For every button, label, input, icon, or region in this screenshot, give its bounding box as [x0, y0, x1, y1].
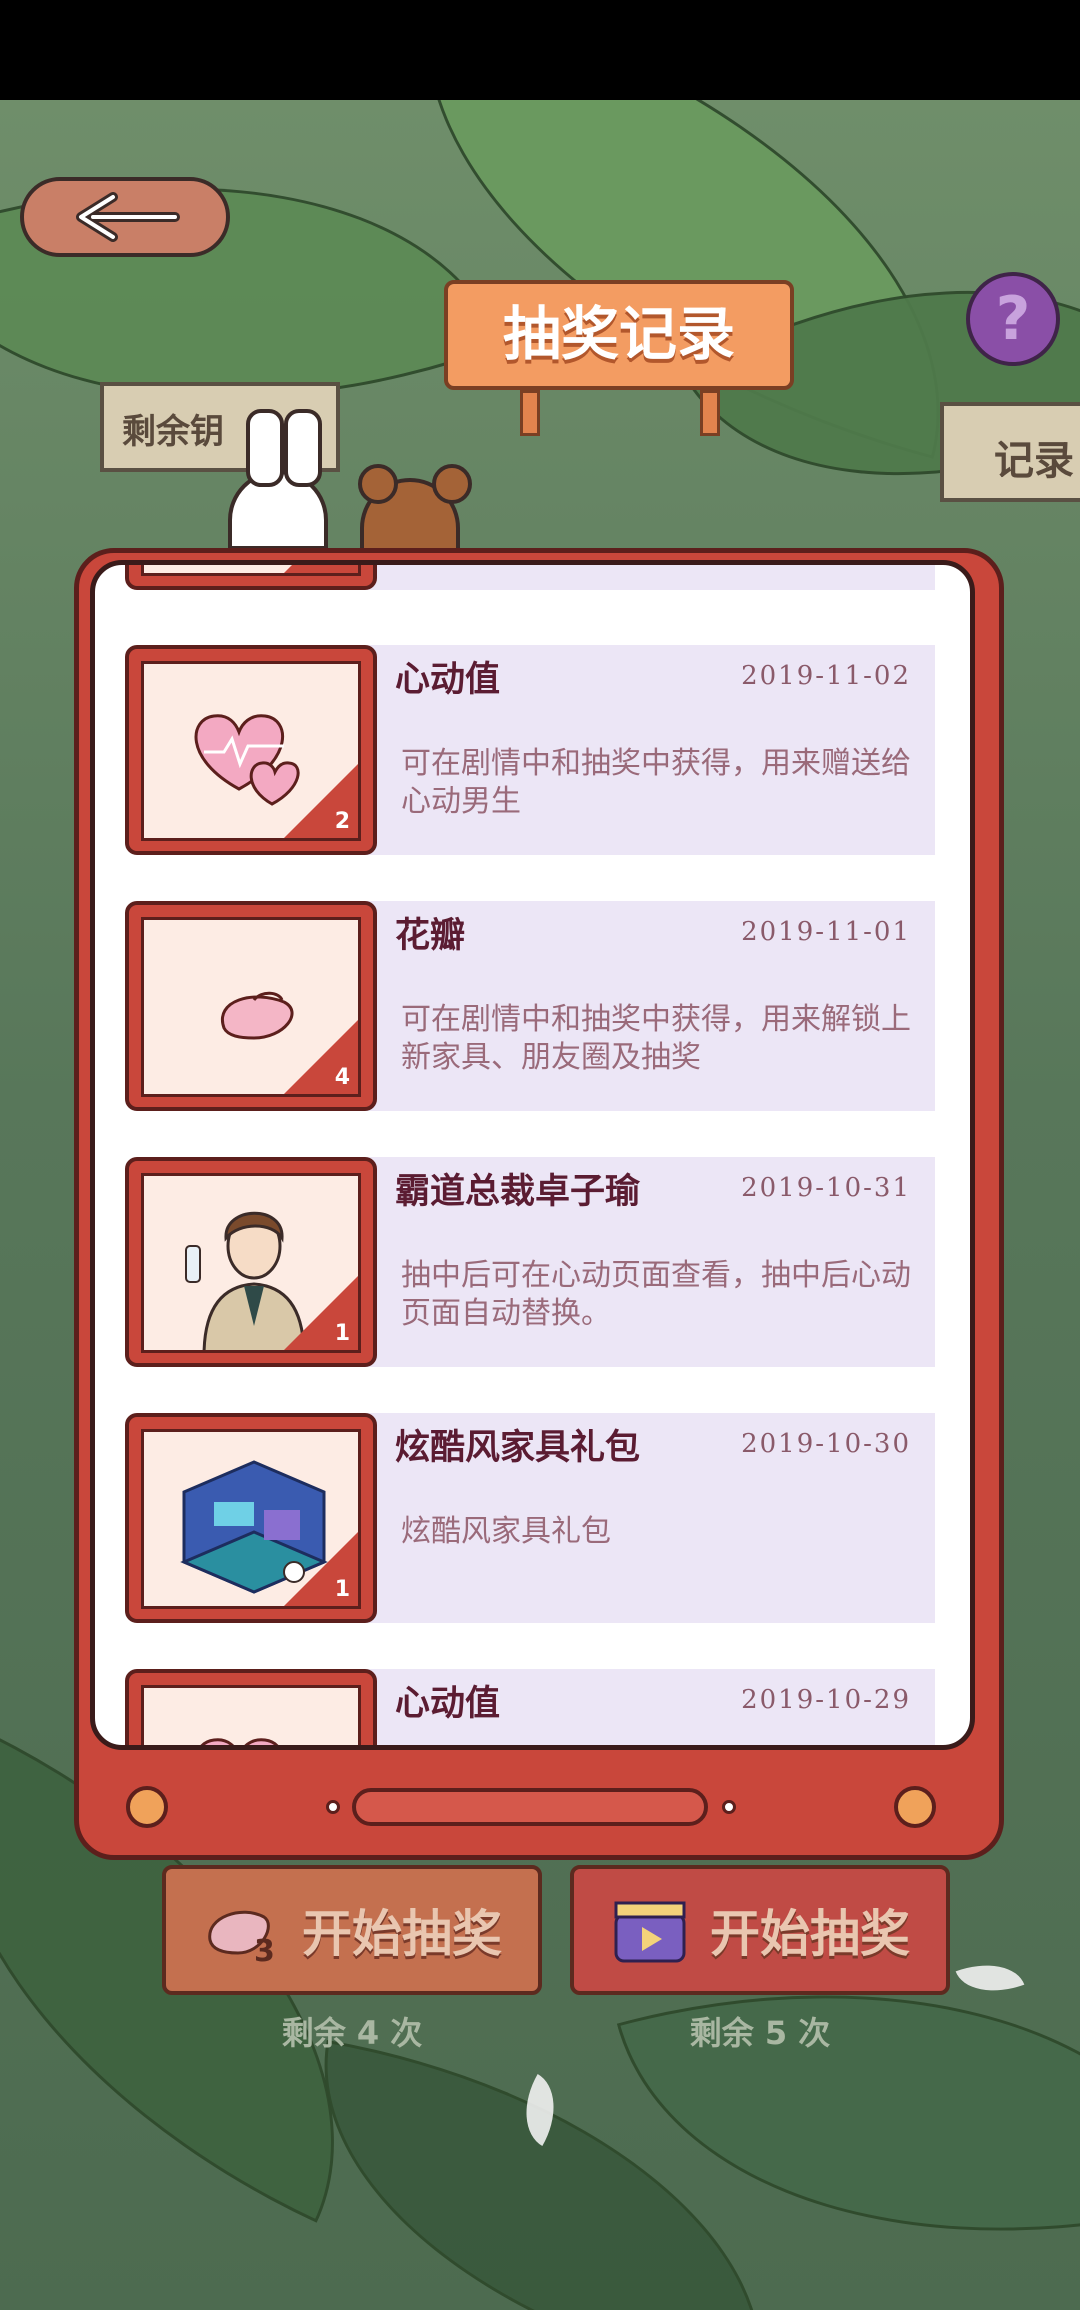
item-description: 可在剧情中和抽奖中获得，用来解锁上新家具、朋友圈及抽奖 — [401, 1002, 911, 1075]
hearts-icon — [200, 1738, 279, 1745]
item-description: 炫酷风家具礼包 — [401, 1514, 611, 1549]
item-date: 2019-11-02 — [741, 661, 911, 691]
item-name: 霸道总裁卓子瑜 — [395, 1172, 641, 1212]
arrow-left-icon — [76, 192, 180, 242]
list-item: 2 心动值 2019-11-02 可在剧情中和抽奖中获得，用来赠送给心动男生 — [125, 645, 935, 855]
dot-decoration — [326, 1800, 340, 1814]
item-thumbnail: 1 — [125, 565, 377, 590]
item-description: 可在剧情中和抽奖中获得，用来赠送给心动男生 — [401, 746, 911, 819]
panel-bottom-bar — [90, 1760, 975, 1845]
video-draw-label: 开始抽奖 — [710, 1905, 910, 1963]
slot-decoration — [352, 1788, 708, 1826]
bolt-decoration — [894, 1786, 936, 1828]
help-button[interactable]: ? — [966, 272, 1060, 366]
item-count: 2 — [334, 809, 350, 834]
back-button[interactable] — [20, 177, 230, 257]
petal-icon: 3 — [208, 1910, 275, 1965]
dot-decoration — [722, 1800, 736, 1814]
item-name: 心动值 — [395, 1684, 501, 1724]
page-title: 抽奖记录 — [444, 280, 794, 390]
video-clapper-icon — [614, 1901, 686, 1963]
item-count: 4 — [334, 1065, 350, 1090]
bolt-decoration — [126, 1786, 168, 1828]
petal-cost-badge: 3 — [254, 1934, 275, 1965]
petal-draw-remaining: 剩余 4 次 — [281, 2014, 423, 2052]
list-item: 1 炫酷风家具礼包 2019-10-30 炫酷风家具礼包 — [125, 1413, 935, 1623]
item-name: 炫酷风家具礼包 — [395, 1428, 641, 1468]
item-date: 2019-10-29 — [741, 1685, 911, 1715]
list-item: 4 花瓣 2019-11-01 可在剧情中和抽奖中获得，用来解锁上新家具、朋友圈… — [125, 901, 935, 1111]
item-count: 1 — [335, 565, 350, 569]
item-thumbnail — [125, 1669, 377, 1745]
item-name: 心动值 — [395, 660, 501, 700]
video-draw-remaining: 剩余 5 次 — [689, 2014, 831, 2052]
status-bar — [0, 0, 1080, 100]
item-thumbnail: 4 — [125, 901, 377, 1111]
item-thumbnail: 1 — [125, 1413, 377, 1623]
list-item: 1 — [125, 565, 935, 590]
item-thumbnail: 1 — [125, 1157, 377, 1367]
item-count: 1 — [334, 1321, 350, 1346]
item-date: 2019-11-01 — [741, 917, 911, 947]
item-date: 2019-10-30 — [741, 1429, 911, 1459]
record-tab[interactable]: 记录 — [940, 402, 1080, 502]
petal-draw-button[interactable]: 3 开始抽奖 — [162, 1865, 542, 1995]
item-description: 抽中后可在心动页面查看，抽中后心动页面自动替换。 — [401, 1258, 911, 1331]
item-date: 2019-10-31 — [741, 1173, 911, 1203]
record-list-viewport[interactable]: 1 2 心动值 2019-11-02 可在剧情中和抽奖中获得，用来赠送给心动男生 — [90, 560, 975, 1750]
sign-post — [700, 390, 720, 436]
item-count: 1 — [334, 1577, 350, 1602]
list-item: 1 霸道总裁卓子瑜 2019-10-31 抽中后可在心动页面查看，抽中后心动页面… — [125, 1157, 935, 1367]
bear-mascot — [358, 464, 472, 558]
video-draw-button[interactable]: 开始抽奖 — [570, 1865, 950, 1995]
item-name: 花瓣 — [395, 916, 466, 956]
petal-draw-label: 开始抽奖 — [302, 1905, 502, 1963]
list-item: 心动值 2019-10-29 — [125, 1669, 935, 1745]
item-thumbnail: 2 — [125, 645, 377, 855]
sign-post — [520, 390, 540, 436]
